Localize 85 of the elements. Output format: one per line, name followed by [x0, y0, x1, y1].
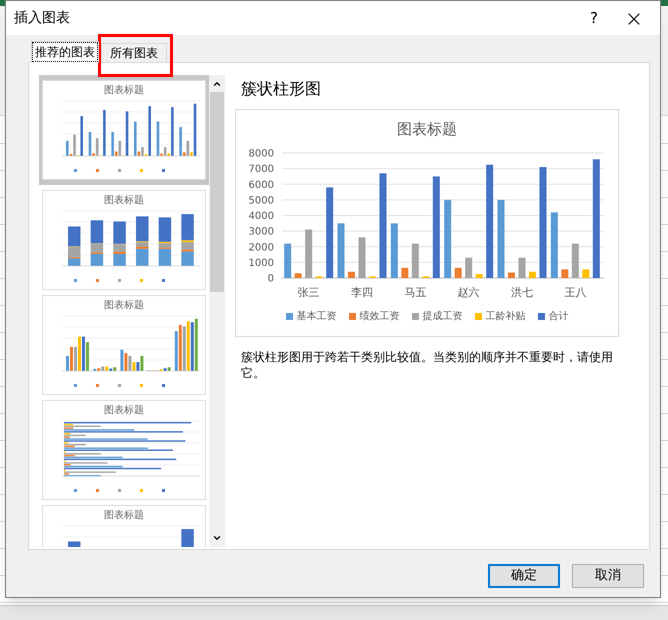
legend-label: 提成工资	[422, 310, 462, 324]
chart-thumbnail[interactable]: 图表标题	[39, 505, 209, 547]
category-label: 李四	[351, 286, 373, 298]
legend-swatch	[118, 279, 121, 282]
chart-bar	[561, 268, 568, 278]
legend-label: 绩效工资	[360, 310, 400, 324]
chart-type-heading: 簇状柱形图	[240, 78, 322, 100]
category-label: 张三	[298, 286, 320, 298]
axis-tick-label: 4000	[248, 210, 274, 222]
chart-title: 图表标题	[397, 119, 457, 140]
axis-tick-label: 2000	[248, 242, 274, 253]
legend-swatch	[140, 279, 143, 282]
tab[interactable]: 所有图表	[101, 43, 167, 63]
legend-swatch	[96, 489, 99, 492]
close-button[interactable]: ×	[614, 3, 654, 33]
legend-swatch	[140, 384, 143, 387]
thumbnail-title: 图表标题	[104, 195, 144, 207]
category-label: 马五	[404, 286, 426, 298]
axis-tick-label: 1000	[248, 257, 274, 268]
legend-swatch	[140, 169, 143, 172]
axis-tick-label: 5000	[248, 194, 274, 206]
axis-tick-label: 6000	[248, 179, 274, 190]
chart-bar	[390, 222, 398, 278]
category-label: 王八	[564, 286, 586, 298]
legend-swatch	[96, 169, 99, 172]
legend-label: 基本工资	[296, 310, 336, 324]
axis-tick-label: 3000	[248, 226, 274, 238]
legend-swatch	[162, 384, 165, 387]
tab[interactable]: 推荐的图表	[31, 41, 99, 63]
thumbnail-title: 图表标题	[104, 85, 144, 97]
chart-bar	[550, 212, 558, 278]
legend-swatch	[74, 279, 77, 282]
legend-swatch	[74, 384, 77, 387]
thumbnail-title: 图表标题	[104, 300, 144, 312]
scroll-up-icon[interactable]	[212, 79, 222, 89]
axis-tick-label: 7000	[248, 164, 274, 175]
chart-thumbnail[interactable]: 图表标题	[39, 400, 209, 500]
chart-thumbnail[interactable]: 图表标题	[39, 295, 209, 395]
legend-swatch	[96, 279, 99, 282]
dialog-button[interactable]: 确定	[488, 564, 560, 588]
legend-swatch	[162, 169, 165, 172]
mini-bar	[181, 529, 194, 547]
category-label: 洪七	[511, 286, 533, 298]
thumbnail-title: 图表标题	[104, 405, 144, 417]
chart-bar	[465, 257, 472, 278]
dialog-button[interactable]: 取消	[572, 564, 644, 588]
chart-bar	[454, 267, 462, 278]
chart-bar	[348, 271, 355, 278]
axis-tick-label: 8000	[248, 148, 274, 159]
chart-bar	[529, 271, 536, 278]
legend-swatch	[162, 489, 165, 492]
chart-bar	[294, 272, 302, 278]
legend-swatch	[74, 169, 77, 172]
mini-bar	[68, 541, 80, 547]
chart-bar	[572, 243, 579, 278]
chart-bar	[412, 243, 419, 278]
thumbnail-title: 图表标题	[104, 510, 144, 522]
legend-swatch	[118, 169, 121, 172]
legend-label: 工龄补贴	[486, 310, 526, 324]
chart-bar	[582, 268, 590, 278]
legend-swatch	[96, 384, 99, 387]
scroll-thumb[interactable]	[210, 92, 224, 292]
chart-bar	[476, 274, 483, 278]
scroll-down-icon[interactable]	[212, 533, 222, 543]
chart-thumbnail[interactable]: 图表标题	[39, 75, 209, 185]
chart-bar	[401, 267, 408, 278]
legend-swatch	[140, 489, 143, 492]
window-title: 插入图表	[14, 8, 70, 28]
legend-label: 合计	[548, 310, 568, 324]
category-label: 赵六	[458, 286, 480, 298]
help-button[interactable]: ?	[574, 3, 614, 33]
chart-bar	[305, 229, 312, 278]
chart-bar	[518, 257, 526, 278]
chart-description: 簇状柱形图用于跨若干类别比较值。当类别的顺序并不重要时，请使用它。	[240, 348, 614, 380]
scrollbar[interactable]	[209, 75, 225, 547]
chart-bar	[284, 243, 292, 278]
legend-swatch	[74, 489, 77, 492]
axis-tick-label: 0	[268, 273, 274, 284]
legend-swatch	[118, 489, 121, 492]
legend-swatch	[162, 279, 165, 282]
chart-thumbnail[interactable]: 图表标题	[39, 190, 209, 290]
chart-bar	[338, 222, 344, 278]
legend-swatch	[118, 384, 121, 387]
chart-bar	[508, 272, 515, 278]
chart-bar	[358, 236, 366, 278]
